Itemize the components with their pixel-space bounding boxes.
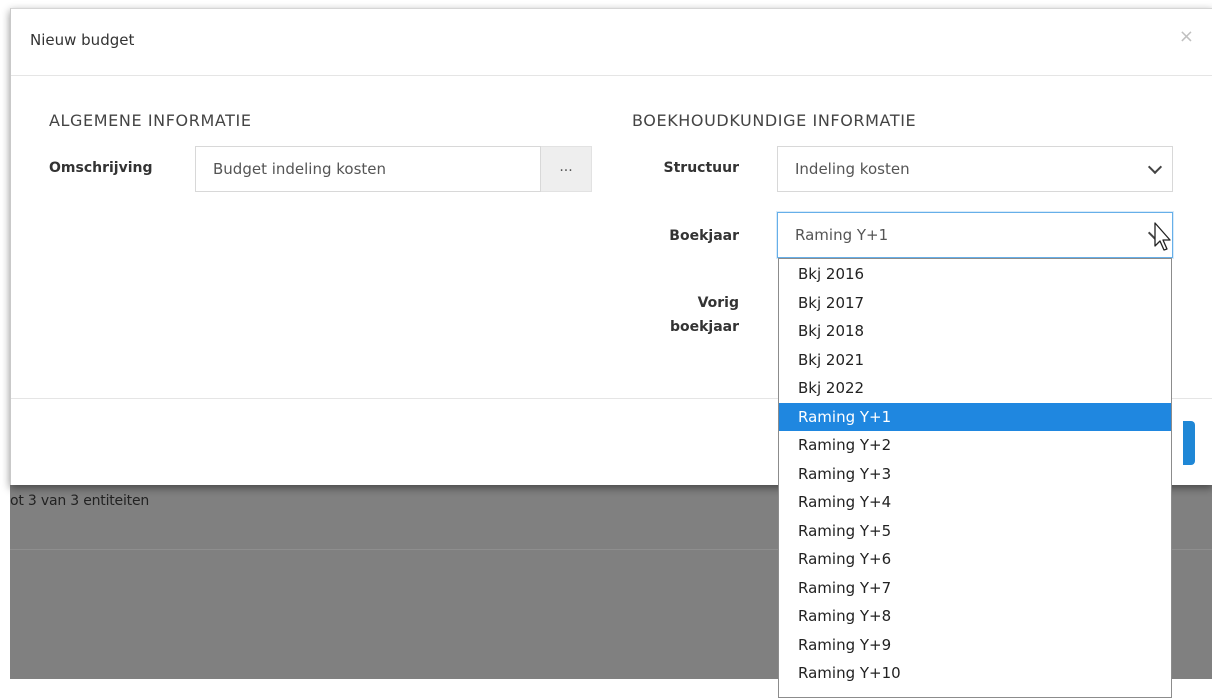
general-info-title: ALGEMENE INFORMATIE (49, 111, 252, 130)
previous-fiscal-year-label-line1: Vorig (697, 295, 739, 311)
dropdown-option[interactable]: Bkj 2016 (779, 260, 1171, 289)
dropdown-option[interactable]: Raming Y+9 (779, 631, 1171, 660)
modal-title: Nieuw budget (30, 31, 135, 49)
dropdown-option[interactable]: Raming Y+7 (779, 574, 1171, 603)
dropdown-option[interactable]: Raming Y+5 (779, 517, 1171, 546)
structure-select-value: Indeling kosten (795, 160, 910, 178)
mouse-cursor-icon (1154, 222, 1171, 251)
dropdown-option[interactable]: Bkj 2018 (779, 317, 1171, 346)
page-left-edge (0, 0, 10, 679)
dropdown-option[interactable]: Raming Y+2 (779, 431, 1171, 460)
previous-fiscal-year-label-line2: boekjaar (669, 319, 739, 335)
previous-fiscal-year-label: Vorig boekjaar (631, 291, 739, 339)
structure-select[interactable]: Indeling kosten (777, 146, 1173, 192)
accounting-info-title: BOEKHOUDKUNDIGE INFORMATIE (632, 111, 917, 130)
fiscal-year-select-value: Raming Y+1 (795, 226, 889, 244)
structure-label: Structuur (663, 160, 739, 176)
dropdown-option[interactable]: Raming Y+1 (779, 402, 1171, 431)
fiscal-year-label: Boekjaar (669, 228, 739, 244)
dropdown-option[interactable]: Raming Y+10 (779, 659, 1171, 688)
dropdown-option[interactable]: Raming Y+6 (779, 545, 1171, 574)
modal-header: Nieuw budget × (11, 9, 1212, 76)
dropdown-option[interactable]: Bkj 2022 (779, 374, 1171, 403)
description-options-button[interactable]: ... (541, 146, 592, 192)
dropdown-option[interactable]: Bkj 2021 (779, 346, 1171, 375)
chevron-down-icon (1147, 159, 1163, 175)
description-label: Omschrijving (49, 160, 153, 176)
entity-count-text: ot 3 van 3 entiteiten (10, 493, 150, 509)
fiscal-year-select[interactable]: Raming Y+1 (777, 212, 1173, 258)
dropdown-option[interactable]: Bkj 2017 (779, 289, 1171, 318)
save-button[interactable] (1183, 421, 1195, 465)
dropdown-option[interactable]: Raming Y+4 (779, 488, 1171, 517)
close-icon[interactable]: × (1179, 28, 1194, 46)
fiscal-year-dropdown-list: Bkj 2016 Bkj 2017 Bkj 2018 Bkj 2021 Bkj 2022… (778, 258, 1172, 698)
dropdown-option[interactable]: Raming Y+3 (779, 460, 1171, 489)
dropdown-option[interactable]: Raming Y+8 (779, 602, 1171, 631)
description-input[interactable]: Budget indeling kosten (195, 146, 541, 192)
